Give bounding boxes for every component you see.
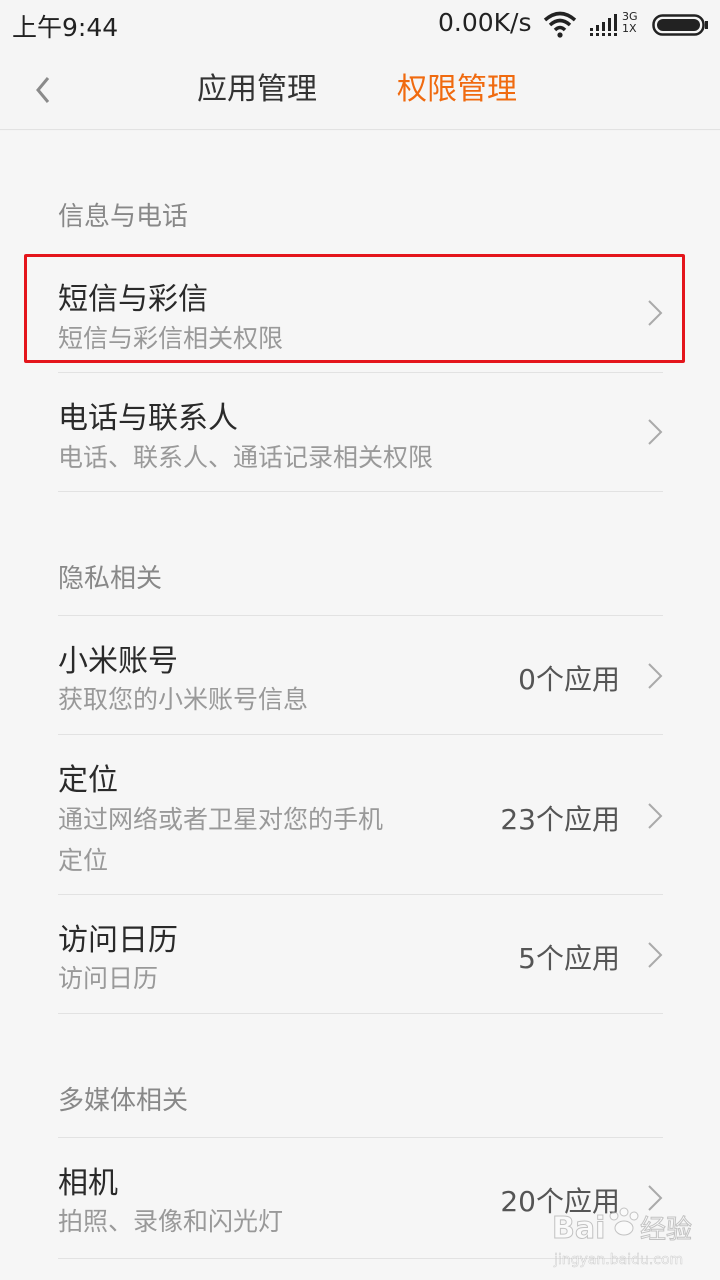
baidu-watermark: Bai 经验 jingyan.baidu.com <box>548 1198 708 1272</box>
network-speed: 0.00K/s <box>438 8 532 37</box>
chevron-right-icon <box>648 663 663 689</box>
watermark-suffix: 经验 <box>640 1215 692 1245</box>
row-title: 相机 <box>58 1166 118 1201</box>
watermark-brand: Bai <box>552 1211 605 1246</box>
chevron-left-icon <box>36 77 50 103</box>
row-title: 小米账号 <box>58 644 178 679</box>
app-count: 5个应用 <box>518 942 620 975</box>
row-title: 定位 <box>58 763 118 798</box>
battery-icon <box>652 14 708 36</box>
row-title: 电话与联系人 <box>58 401 238 436</box>
wifi-icon <box>543 11 577 38</box>
chevron-right-icon <box>648 942 663 968</box>
list-item-mi-account[interactable]: 小米账号 获取您的小米账号信息 0个应用 <box>58 616 663 734</box>
header: 应用管理 权限管理 <box>0 50 720 130</box>
baidu-paw-icon: Bai 经验 jingyan.baidu.com <box>552 1207 693 1268</box>
list-item-calendar[interactable]: 访问日历 访问日历 5个应用 <box>58 895 663 1013</box>
row-subtitle: 电话、联系人、通话记录相关权限 <box>58 443 434 472</box>
chevron-right-icon <box>648 419 663 445</box>
tab-app-management[interactable]: 应用管理 <box>197 68 317 112</box>
highlight-box <box>24 254 685 363</box>
list-item-phone-contacts[interactable]: 电话与联系人 电话、联系人、通话记录相关权限 <box>58 373 663 491</box>
section-title-privacy: 隐私相关 <box>58 564 163 594</box>
back-button[interactable] <box>22 68 66 112</box>
signal-icon <box>590 14 617 36</box>
list-item-location[interactable]: 定位 通过网络或者卫星对您的手机 定位 23个应用 <box>58 735 663 894</box>
row-subtitle-line2: 定位 <box>58 846 109 875</box>
tab-permission-management[interactable]: 权限管理 <box>397 68 517 112</box>
divider <box>58 491 663 492</box>
status-time: 上午9:44 <box>12 13 119 42</box>
status-bar: 上午9:44 0.00K/s 3G 1X <box>0 0 720 50</box>
app-count: 0个应用 <box>518 663 620 696</box>
watermark-url: jingyan.baidu.com <box>553 1252 683 1268</box>
row-subtitle: 获取您的小米账号信息 <box>58 685 309 714</box>
divider <box>58 1013 663 1014</box>
row-title: 访问日历 <box>58 923 178 958</box>
row-subtitle: 访问日历 <box>58 964 159 993</box>
section-title-multimedia: 多媒体相关 <box>58 1086 189 1116</box>
app-count: 23个应用 <box>500 803 620 836</box>
row-subtitle-line1: 通过网络或者卫星对您的手机 <box>58 805 384 834</box>
row-subtitle: 拍照、录像和闪光灯 <box>58 1207 284 1236</box>
network-type-bottom: 1X <box>622 22 637 35</box>
chevron-right-icon <box>648 803 663 829</box>
section-title-messages-phone: 信息与电话 <box>58 202 189 232</box>
network-type: 3G 1X <box>622 11 638 35</box>
